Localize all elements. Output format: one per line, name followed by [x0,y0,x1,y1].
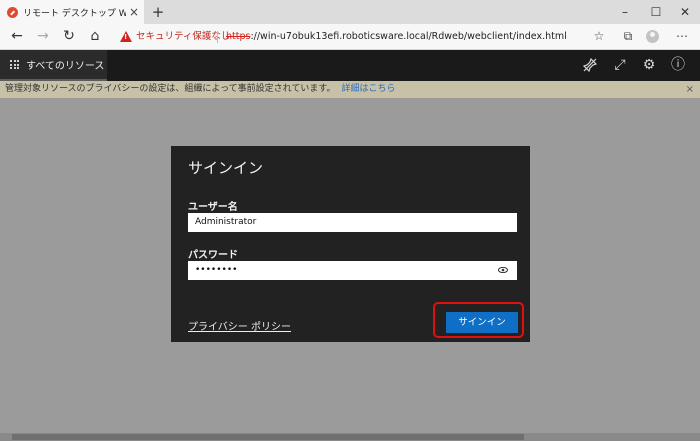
pin-off-icon[interactable] [578,50,602,81]
tab-title: リモート デスクトップ Web クライアント [23,8,126,19]
tab-close-button[interactable]: × [126,5,142,19]
warning-icon[interactable] [120,31,132,42]
url-scheme: https [226,31,251,42]
privacy-notice-bar: 管理対象リソースのプライバシーの設定は、組織によって事前設定されています。 詳細は… [0,81,700,98]
info-icon[interactable]: ⓘ [666,50,690,81]
fullscreen-icon[interactable]: ⤢ [608,50,632,81]
url-text: ://win-u7obuk13efi.roboticsware.local/Rd… [250,31,567,42]
collections-icon[interactable]: ⧉ [617,24,639,49]
browser-tab-strip: リモート デスクトップ Web クライアント × + – ☐ ✕ [0,0,700,24]
all-resources-label: すべてのリソース [26,61,105,72]
profile-avatar-icon[interactable] [646,30,659,43]
back-arrow-icon[interactable]: ← [6,24,28,49]
no-entry-icon [7,6,18,18]
more-options-icon[interactable]: ⋯ [671,24,693,49]
scrollbar-thumb[interactable] [12,434,524,440]
refresh-icon[interactable]: ↻ [58,24,80,49]
privacy-policy-link[interactable]: プライバシー ポリシー [188,318,291,333]
reveal-password-eye-icon[interactable] [498,267,508,273]
address-bar[interactable]: https://win-u7obuk13efi.roboticsware.loc… [226,24,567,49]
password-field[interactable] [188,261,517,280]
home-icon[interactable]: ⌂ [84,24,106,49]
dialog-title: サインイン [188,159,264,177]
username-label: ユーザー名 [188,202,238,213]
privacy-notice: 管理対象リソースのプライバシーの設定は、組織によって事前設定されています。 詳細は… [5,81,396,98]
browser-toolbar: ← → ↻ ⌂ セキュリティ保護なし https://win-u7obuk13e… [0,24,700,50]
minimize-button[interactable]: – [610,0,640,24]
close-window-button[interactable]: ✕ [670,0,700,24]
grid-icon [10,60,19,69]
forward-arrow-icon[interactable]: → [32,24,54,49]
privacy-notice-text: 管理対象リソースのプライバシーの設定は、組織によって事前設定されています。 [5,84,336,94]
favorite-star-icon[interactable]: ☆ [588,24,610,49]
learn-more-link[interactable]: 詳細はこちら [341,84,395,94]
all-resources-tab[interactable]: すべてのリソース [0,50,107,81]
rdweb-header: すべてのリソース ⤢ ⚙ ⓘ [0,50,700,81]
new-tab-button[interactable]: + [150,3,166,21]
password-label: パスワード [188,250,238,261]
settings-gear-icon[interactable]: ⚙ [637,50,661,81]
horizontal-scrollbar[interactable] [0,433,700,441]
notice-close-button[interactable]: × [686,81,694,98]
browser-tab[interactable]: リモート デスクトップ Web クライアント × [0,0,144,24]
username-field[interactable] [188,213,517,232]
maximize-button[interactable]: ☐ [641,0,671,24]
url-divider [217,31,218,43]
signin-highlight-annotation [433,302,524,338]
